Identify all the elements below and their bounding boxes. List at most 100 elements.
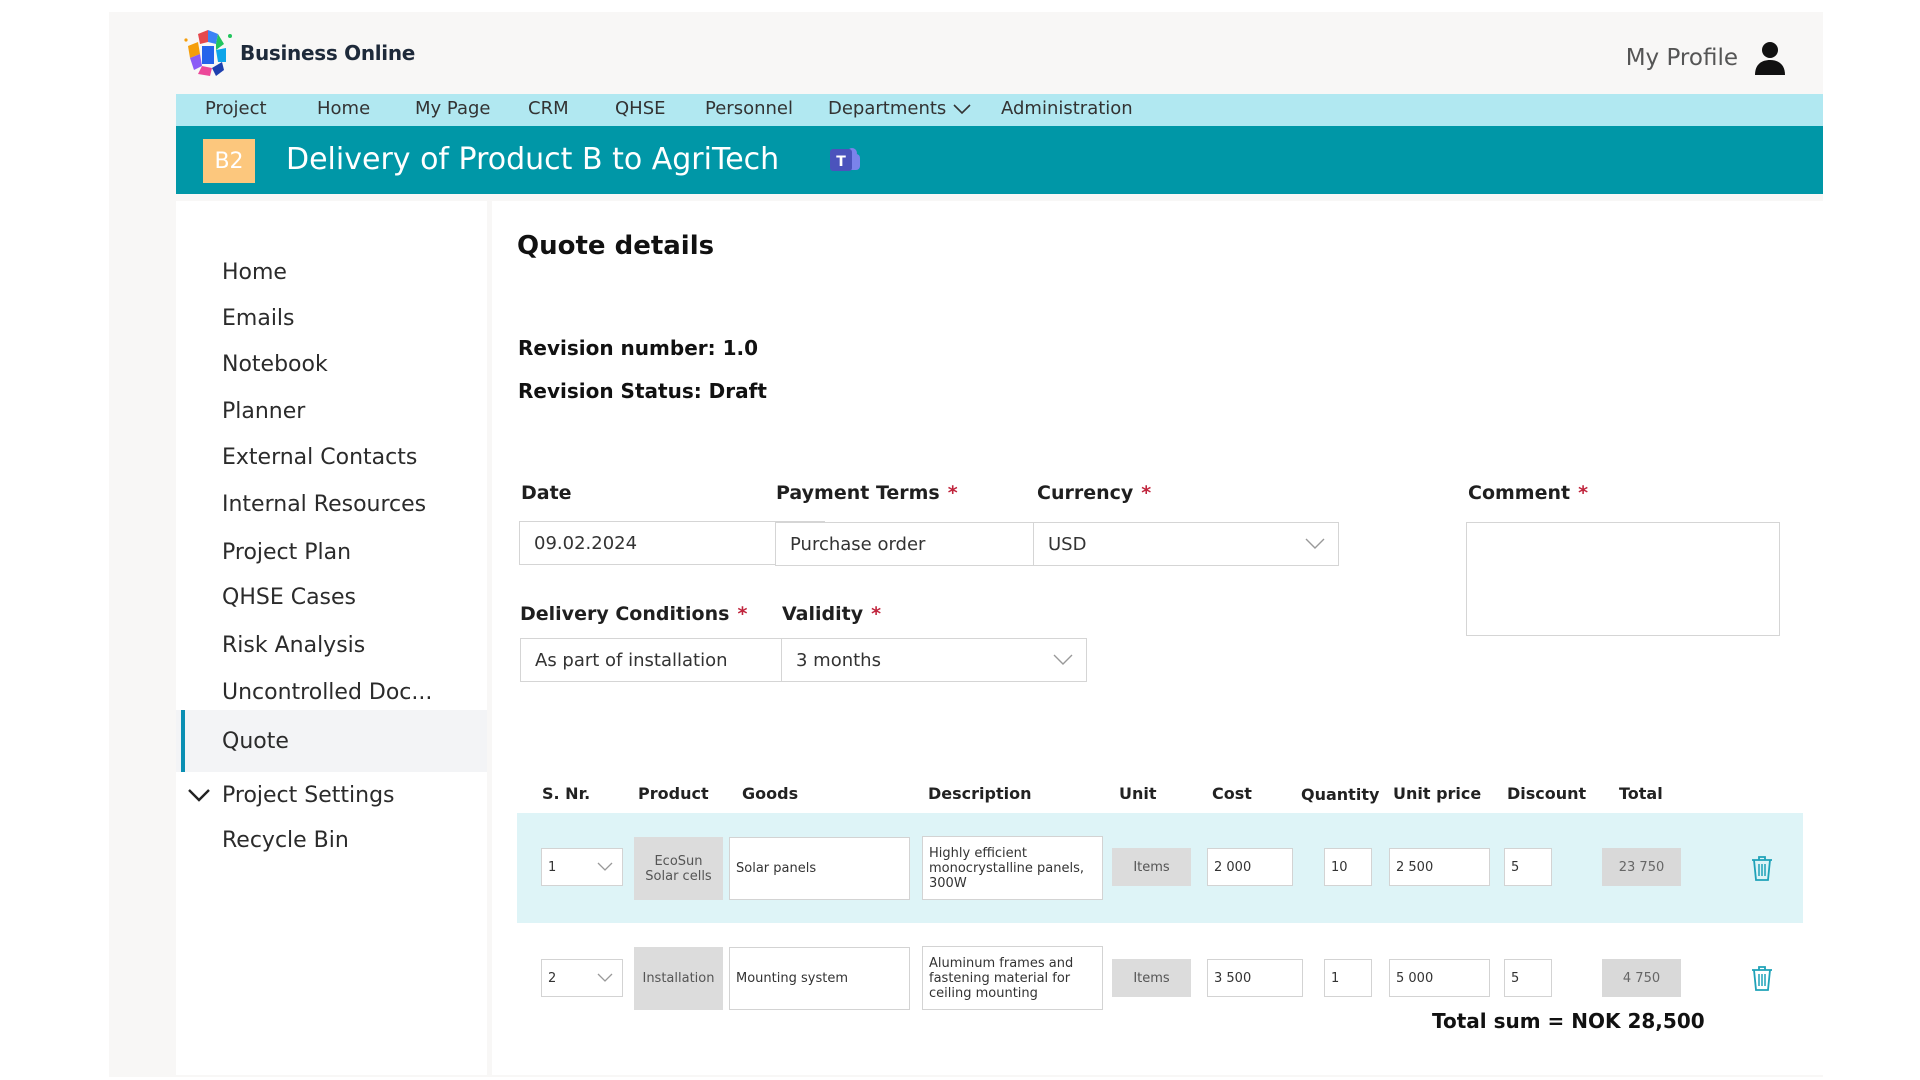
product-cell: EcoSun Solar cells [634, 837, 723, 900]
nav-home[interactable]: Home [317, 98, 370, 119]
sidebar-item-label: Internal Resources [222, 491, 427, 517]
project-badge: B2 [203, 139, 255, 183]
total-cell: 4 750 [1602, 959, 1681, 997]
sidebar-item-planner[interactable]: Planner [176, 393, 487, 429]
column-header-discount: Discount [1507, 784, 1587, 803]
goods-cell[interactable]: Mounting system [729, 947, 910, 1010]
currency-value: USD [1048, 533, 1087, 555]
sidebar-item-label: Planner [222, 398, 306, 424]
nav-personnel[interactable]: Personnel [705, 98, 793, 119]
trash-icon[interactable] [1750, 964, 1774, 992]
delivery-conditions-value: As part of installation [535, 649, 728, 671]
quantity-input[interactable]: 10 [1324, 848, 1372, 886]
unit-price-input[interactable]: 2 500 [1389, 848, 1490, 886]
sn-select[interactable]: 1 [541, 848, 623, 886]
comment-label: Comment * [1468, 482, 1589, 504]
sidebar-item-label: Project Settings [222, 782, 395, 808]
sidebar-item-external-contacts[interactable]: External Contacts [176, 439, 487, 475]
sidebar-item-label: QHSE Cases [222, 584, 357, 610]
revision-number: Revision number: 1.0 [518, 336, 759, 360]
comment-textarea[interactable] [1466, 522, 1780, 636]
sidebar-item-label: Recycle Bin [222, 827, 349, 853]
nav-crm[interactable]: CRM [528, 98, 569, 119]
chevron-down-icon [597, 862, 613, 871]
teams-icon[interactable]: T [828, 143, 862, 177]
sidebar-item-internal-resources[interactable]: Internal Resources [176, 486, 487, 522]
sidebar-item-label: Uncontrolled Doc... [222, 679, 433, 705]
svg-text:T: T [836, 154, 846, 170]
total-cell: 23 750 [1602, 848, 1681, 886]
chevron-down-icon [597, 973, 613, 982]
project-title: Delivery of Product B to AgriTech [286, 142, 780, 177]
trash-icon[interactable] [1750, 854, 1774, 882]
discount-input[interactable]: 5 [1504, 959, 1552, 997]
app-logo[interactable]: Business Online [180, 28, 415, 78]
sidebar-item-label: Notebook [222, 351, 328, 377]
total-sum: Total sum = NOK 28,500 [1432, 1009, 1705, 1033]
nav-departments[interactable]: Departments [828, 98, 972, 119]
required-marker: * [1578, 482, 1589, 504]
nav-my-page[interactable]: My Page [415, 98, 490, 119]
project-title-bar: B2 Delivery of Product B to AgriTech T [176, 126, 1823, 194]
sidebar-item-risk-analysis[interactable]: Risk Analysis [176, 627, 487, 663]
chevron-down-icon [1053, 654, 1073, 665]
sidebar-item-emails[interactable]: Emails [176, 300, 487, 336]
page-title: Quote details [517, 231, 715, 261]
unit-cell: Items [1112, 959, 1191, 997]
currency-label: Currency * [1037, 482, 1152, 504]
sidebar-item-label: External Contacts [222, 444, 418, 470]
quantity-input[interactable]: 1 [1324, 959, 1372, 997]
required-marker: * [871, 603, 882, 625]
currency-select[interactable]: USD [1033, 522, 1339, 566]
validity-select[interactable]: 3 months [781, 638, 1087, 682]
sidebar-item-home[interactable]: Home [176, 254, 487, 290]
sn-value: 1 [548, 859, 557, 875]
sidebar-item-quote[interactable]: Quote [176, 710, 487, 772]
nav-project[interactable]: Project [205, 98, 267, 119]
revision-status: Revision Status: Draft [518, 379, 767, 403]
sidebar-item-label: Project Plan [222, 539, 352, 565]
sidebar-item-uncontrolled-docs[interactable]: Uncontrolled Doc... [176, 674, 487, 710]
validity-label: Validity * [782, 603, 882, 625]
unit-price-input[interactable]: 5 000 [1389, 959, 1490, 997]
cost-input[interactable]: 3 500 [1207, 959, 1303, 997]
nav-administration[interactable]: Administration [1001, 98, 1133, 119]
column-header-cost: Cost [1212, 784, 1252, 803]
profile-menu[interactable]: My Profile [1626, 40, 1788, 76]
sidebar-item-label: Emails [222, 305, 295, 331]
sidebar-item-project-settings[interactable]: Project Settings [176, 777, 487, 813]
column-header-quantity: Quantity [1301, 785, 1380, 804]
column-header-product: Product [638, 784, 709, 803]
quote-details-panel: Quote details Revision number: 1.0 Revis… [492, 201, 1823, 1075]
sidebar-item-label: Home [222, 259, 287, 285]
sidebar-item-project-plan[interactable]: Project Plan [176, 534, 487, 570]
column-header-total: Total [1619, 784, 1663, 803]
discount-input[interactable]: 5 [1504, 848, 1552, 886]
profile-label: My Profile [1625, 45, 1738, 71]
sn-select[interactable]: 2 [541, 959, 623, 997]
sidebar-item-notebook[interactable]: Notebook [176, 346, 487, 382]
main-navigation: Project Home My Page CRM QHSE Personnel … [176, 94, 1823, 126]
goods-cell[interactable]: Solar panels [729, 837, 910, 900]
required-marker: * [1141, 482, 1152, 504]
column-header-unit-price: Unit price [1393, 784, 1482, 803]
sidebar-item-recycle-bin[interactable]: Recycle Bin [176, 822, 487, 858]
date-value: 09.02.2024 [534, 532, 638, 554]
chevron-down-icon [188, 789, 210, 802]
description-cell[interactable]: Highly efficient monocrystalline panels,… [922, 836, 1103, 900]
sidebar-item-label: Quote [222, 728, 289, 754]
product-cell: Installation [634, 947, 723, 1010]
nav-qhse[interactable]: QHSE [615, 98, 666, 119]
logo-icon [184, 30, 232, 76]
sidebar-item-qhse-cases[interactable]: QHSE Cases [176, 579, 487, 615]
cost-input[interactable]: 2 000 [1207, 848, 1293, 886]
nav-departments-label: Departments [828, 98, 947, 119]
column-header-sn: S. Nr. [542, 784, 591, 803]
required-marker: * [737, 603, 748, 625]
description-cell[interactable]: Aluminum frames and fastening material f… [922, 946, 1103, 1010]
column-header-description: Description [928, 784, 1032, 803]
delivery-conditions-label: Delivery Conditions * [520, 603, 748, 625]
column-header-unit: Unit [1119, 784, 1157, 803]
sn-value: 2 [548, 970, 557, 986]
column-header-goods: Goods [742, 784, 799, 803]
